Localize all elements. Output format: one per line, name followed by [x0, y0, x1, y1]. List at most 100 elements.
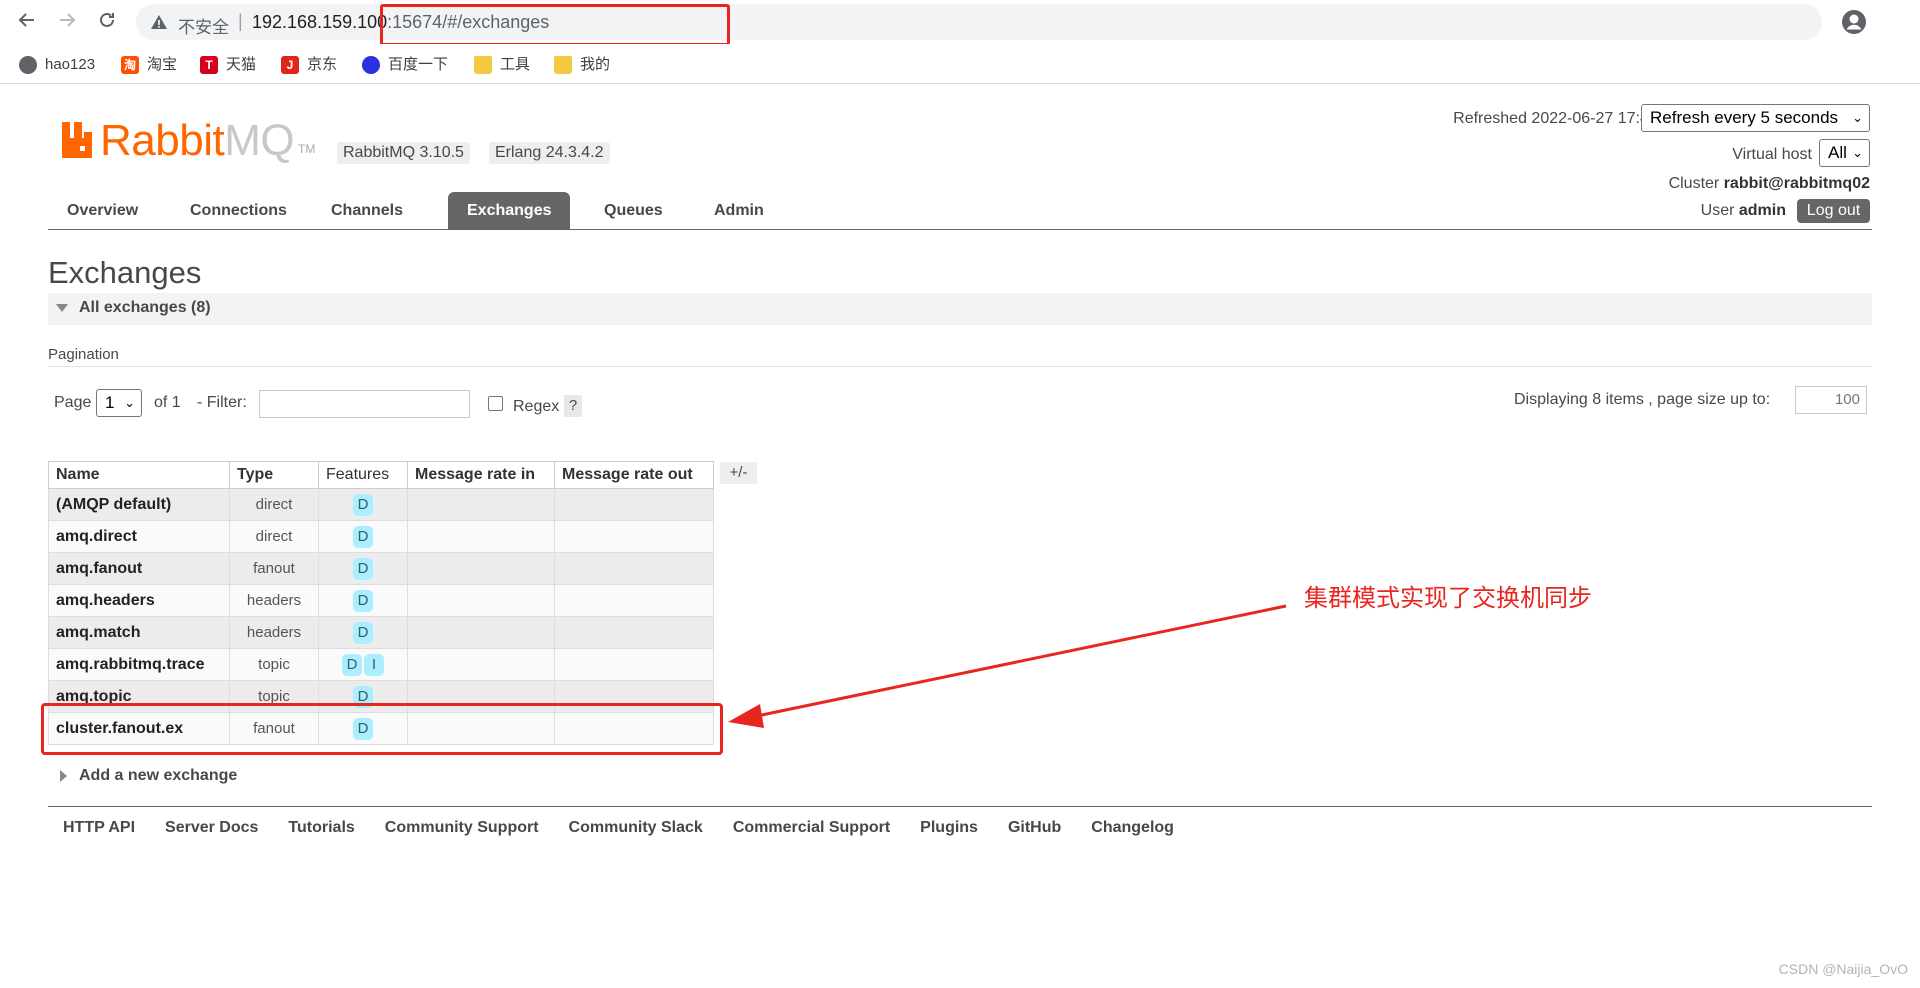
- tab-overview[interactable]: Overview: [48, 192, 157, 230]
- footer-link-changelog[interactable]: Changelog: [1076, 815, 1189, 841]
- logo-trademark: TM: [298, 142, 316, 156]
- back-icon[interactable]: [12, 6, 42, 36]
- bookmark-label: 百度一下: [388, 56, 449, 73]
- cluster-name: rabbit@rabbitmq02: [1723, 175, 1870, 192]
- logo-mq: MQ: [224, 116, 295, 165]
- tab-admin[interactable]: Admin: [695, 192, 783, 230]
- tmall-icon: T: [200, 56, 218, 74]
- section-label: All exchanges (8): [79, 299, 211, 316]
- bookmark-label: 我的: [580, 56, 611, 73]
- url-host: 192.168.159.100: [252, 12, 388, 32]
- table-row[interactable]: (AMQP default) direct D: [48, 488, 714, 521]
- refresh-select-value: Refresh every 5 seconds: [1650, 108, 1839, 127]
- virtual-host-label: Virtual host: [1732, 146, 1812, 163]
- message-rate-out: [554, 616, 714, 649]
- durable-badge: D: [353, 589, 373, 612]
- cluster-label: Cluster: [1668, 175, 1720, 192]
- page-label: Page: [54, 394, 92, 411]
- message-rate-out: [554, 520, 714, 553]
- durable-badge: D: [353, 525, 373, 548]
- annotation-text: 集群模式实现了交换机同步: [1304, 584, 1592, 612]
- bookmark-jd[interactable]: J 京东: [281, 54, 337, 76]
- bookmark-folder-tools[interactable]: 工具: [474, 54, 530, 76]
- exchange-name-link[interactable]: (AMQP default): [48, 488, 230, 521]
- warning-icon[interactable]: [150, 13, 168, 36]
- bookmark-taobao[interactable]: 淘淘宝: [121, 54, 177, 76]
- exchange-features: D: [318, 552, 408, 585]
- browser-toolbar: 不安全 | 192.168.159.100:15674/#/exchanges …: [0, 0, 1920, 46]
- footer-link-github[interactable]: GitHub: [993, 815, 1076, 841]
- add-exchange-label: Add a new exchange: [79, 767, 238, 784]
- reload-icon[interactable]: [92, 6, 122, 36]
- regex-checkbox[interactable]: [488, 396, 503, 411]
- chevron-down-icon: ⌄: [1852, 145, 1863, 160]
- exchange-type: fanout: [229, 552, 319, 585]
- message-rate-in: [407, 616, 555, 649]
- bookmark-baidu[interactable]: 百度一下: [362, 54, 448, 76]
- bookmark-hao123[interactable]: hao123: [19, 54, 95, 76]
- table-row[interactable]: amq.fanout fanout D: [48, 552, 714, 585]
- footer-link-tutorials[interactable]: Tutorials: [273, 815, 369, 841]
- exchange-name-link[interactable]: amq.direct: [48, 520, 230, 553]
- exchange-features: DI: [318, 648, 408, 681]
- page-title: Exchanges: [48, 255, 202, 290]
- tab-channels[interactable]: Channels: [312, 192, 422, 230]
- message-rate-out: [554, 488, 714, 521]
- erlang-version-badge: Erlang 24.3.4.2: [489, 142, 610, 164]
- table-row[interactable]: amq.direct direct D: [48, 520, 714, 553]
- durable-badge: D: [342, 653, 362, 676]
- refresh-interval-select[interactable]: Refresh every 5 seconds ⌄: [1641, 104, 1870, 132]
- pagination-divider: [48, 366, 1872, 367]
- rabbitmq-logo[interactable]: RabbitMQ TM: [62, 116, 322, 165]
- exchange-name-link[interactable]: amq.rabbitmq.trace: [48, 648, 230, 681]
- table-row[interactable]: amq.match headers D: [48, 616, 714, 649]
- table-row[interactable]: amq.rabbitmq.trace topic D I: [48, 648, 714, 681]
- jd-icon: J: [281, 56, 299, 74]
- table-row[interactable]: amq.headers headers D: [48, 584, 714, 617]
- forward-icon[interactable]: [52, 6, 82, 36]
- message-rate-out: [554, 584, 714, 617]
- filter-label: - Filter:: [197, 394, 247, 411]
- column-toggle-button[interactable]: +/-: [720, 462, 757, 484]
- column-header-name[interactable]: Name: [48, 461, 230, 489]
- durable-badge: D: [353, 557, 373, 580]
- footer-link-community-slack[interactable]: Community Slack: [554, 815, 718, 841]
- tab-queues[interactable]: Queues: [585, 192, 682, 230]
- taobao-icon: 淘: [121, 56, 139, 74]
- exchange-type: headers: [229, 616, 319, 649]
- main-nav-tabs: Overview Connections Channels Exchanges …: [48, 192, 1872, 230]
- exchange-name-link[interactable]: amq.headers: [48, 584, 230, 617]
- bookmark-label: 工具: [500, 56, 531, 73]
- virtual-host-select[interactable]: All ⌄: [1819, 139, 1870, 167]
- column-header-rate-in[interactable]: Message rate in: [407, 461, 555, 489]
- vhost-select-value: All: [1828, 143, 1847, 162]
- exchange-type: direct: [229, 520, 319, 553]
- footer-link-http-api[interactable]: HTTP API: [48, 815, 150, 841]
- bookmark-label: hao123: [45, 56, 96, 73]
- exchange-features: D: [318, 616, 408, 649]
- page-number-select[interactable]: 1 ⌄: [96, 389, 142, 417]
- tab-exchanges[interactable]: Exchanges: [448, 192, 571, 230]
- column-header-type[interactable]: Type: [229, 461, 319, 489]
- filter-input[interactable]: [259, 390, 470, 418]
- footer-link-server-docs[interactable]: Server Docs: [150, 815, 273, 841]
- address-bar[interactable]: 不安全 | 192.168.159.100:15674/#/exchanges …: [136, 4, 1822, 46]
- pagination-heading: Pagination: [48, 346, 119, 363]
- exchange-features: D: [318, 584, 408, 617]
- profile-icon[interactable]: [1840, 8, 1868, 36]
- exchange-name-link[interactable]: amq.match: [48, 616, 230, 649]
- footer-links: HTTP API Server Docs Tutorials Community…: [48, 815, 1189, 841]
- message-rate-out: [554, 552, 714, 585]
- column-header-rate-out[interactable]: Message rate out: [554, 461, 714, 489]
- exchange-features: D: [318, 488, 408, 521]
- footer-link-plugins[interactable]: Plugins: [905, 815, 993, 841]
- footer-link-community-support[interactable]: Community Support: [370, 815, 554, 841]
- tab-connections[interactable]: Connections: [171, 192, 306, 230]
- exchange-name-link[interactable]: amq.fanout: [48, 552, 230, 585]
- regex-help-button[interactable]: ?: [564, 395, 582, 417]
- page-size-input[interactable]: 100: [1795, 386, 1867, 414]
- bookmark-folder-mine[interactable]: 我的: [554, 54, 610, 76]
- all-exchanges-section-toggle[interactable]: All exchanges (8): [48, 293, 1872, 325]
- footer-link-commercial-support[interactable]: Commercial Support: [718, 815, 905, 841]
- bookmark-tmall[interactable]: T 天猫: [200, 54, 256, 76]
